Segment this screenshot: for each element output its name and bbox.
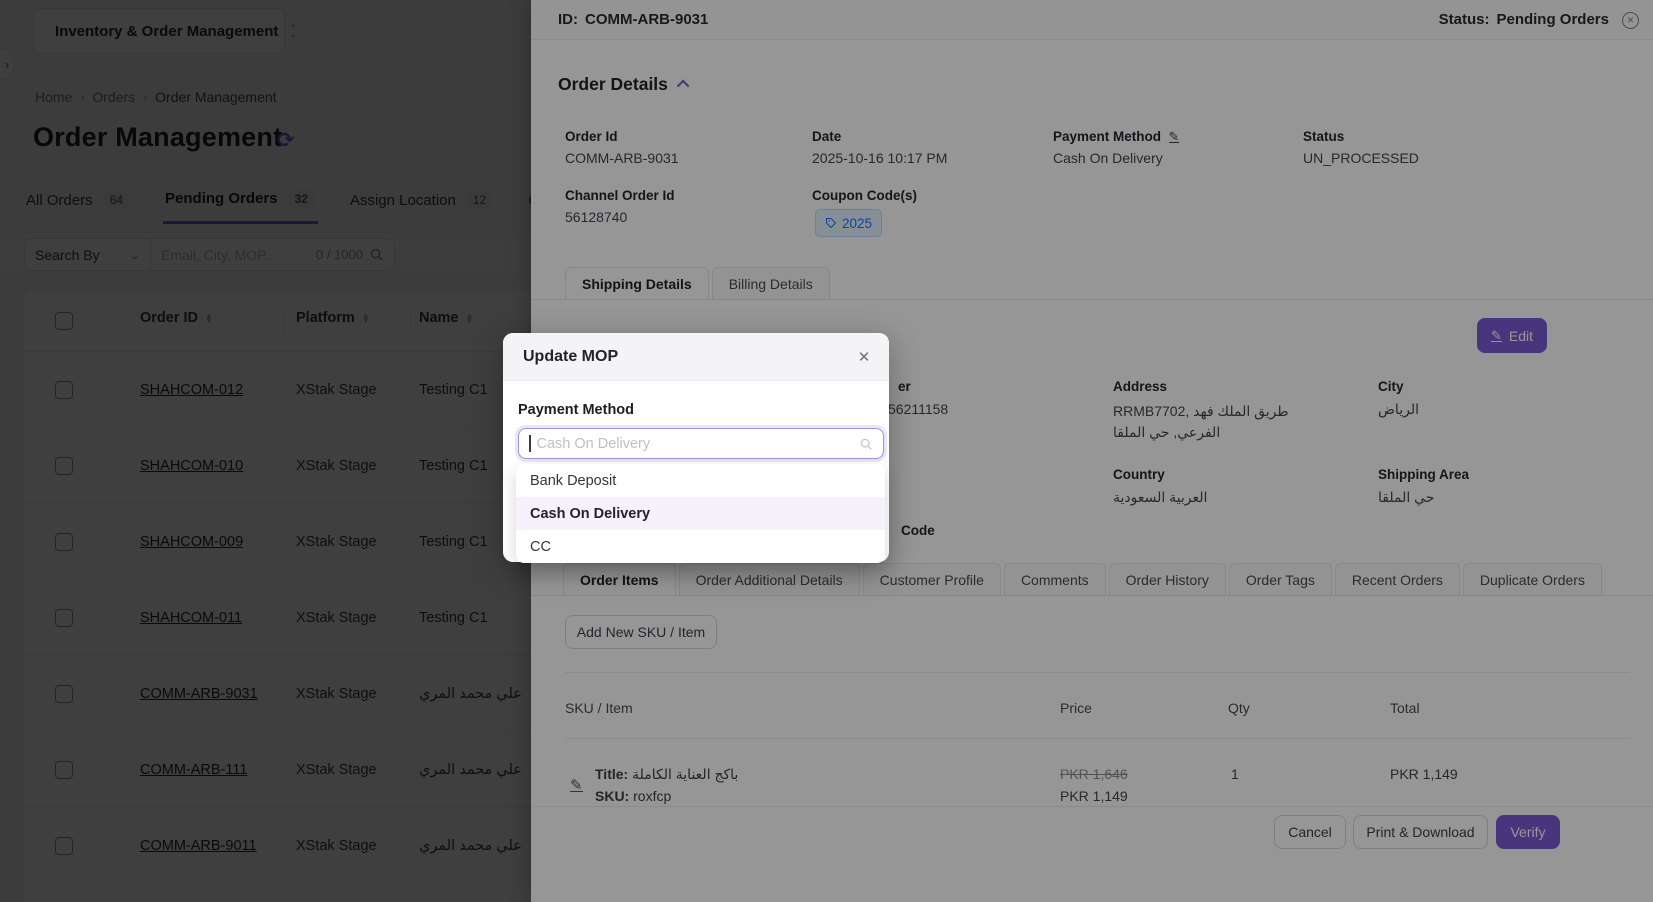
search-icon xyxy=(859,437,873,451)
payment-method-dropdown: Bank Deposit Cash On Delivery CC xyxy=(516,464,885,563)
payment-method-select-input[interactable]: Cash On Delivery xyxy=(518,428,884,459)
app-root: Inventory & Order Management ⌃⌄ › Home ›… xyxy=(0,0,1653,902)
modal-header: Update MOP xyxy=(503,333,889,381)
option-cash-on-delivery[interactable]: Cash On Delivery xyxy=(516,497,885,530)
payment-method-field-label: Payment Method xyxy=(518,402,634,418)
text-cursor xyxy=(529,435,531,452)
select-placeholder: Cash On Delivery xyxy=(537,436,854,452)
modal-close-icon[interactable]: ✕ xyxy=(853,346,875,368)
modal-title: Update MOP xyxy=(523,348,618,366)
option-cc[interactable]: CC xyxy=(516,530,885,563)
option-bank-deposit[interactable]: Bank Deposit xyxy=(516,464,885,497)
